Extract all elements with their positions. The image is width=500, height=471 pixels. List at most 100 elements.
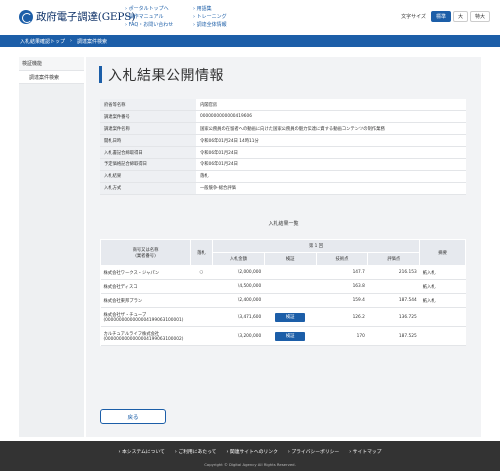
title-accent-bar (99, 66, 102, 83)
eval-score: 136.725 (367, 307, 420, 327)
col-header-eval: 評価点 (367, 252, 421, 266)
faq-link[interactable]: FAQ・お問い合わせ (125, 21, 174, 29)
breadcrumb-top-link[interactable]: 入札結果確認トップ (20, 38, 65, 45)
col-header-round: 第 1 回 (211, 239, 421, 253)
info-key: 開札日時 (100, 134, 196, 148)
header-links-2: 用語集 トレーニング 調達全体情報 (193, 5, 227, 29)
col-header-verify: 検証 (263, 252, 317, 266)
info-key: 入札方式 (100, 182, 196, 195)
info-key: 予定価格記合締取得日 (100, 158, 196, 171)
eval-score (367, 279, 420, 294)
footer-link-about[interactable]: 本システムについて (119, 448, 165, 455)
bidder-code: (0000000000000004199063100001) (103, 317, 184, 323)
font-size-large-button[interactable]: 大 (452, 11, 468, 22)
eval-score: 216.153 (367, 265, 420, 280)
procurement-info-table: 府省等名称 内閣官房 調達案件番号 0000000000000419606 調達案件… (100, 99, 466, 195)
tech-score: 163.8 (316, 279, 368, 294)
eval-score: 187.544 (367, 293, 420, 308)
footer-link-terms[interactable]: ご利用にあたって (175, 448, 216, 455)
verify-cell (264, 265, 317, 280)
font-size-standard-button[interactable]: 標準 (430, 11, 451, 22)
tech-score: 159.4 (316, 293, 368, 308)
bidder-name: 株式会社ワークス・ジャパン (100, 265, 191, 280)
sidebar-heading: 検証機能 (19, 57, 84, 70)
bid-amount: \3,471,600 (212, 307, 265, 327)
info-key: 調達案件番号 (100, 110, 196, 124)
bidder-code: (0000000000000004199063100002) (103, 336, 184, 342)
verify-button[interactable]: 検証 (275, 312, 306, 322)
bidder-name: 株式会社ディスコ (100, 279, 191, 294)
breadcrumb-separator-icon: › (70, 38, 73, 44)
verify-button[interactable]: 検証 (275, 331, 306, 341)
table-row: 株式会社ワークス・ジャパン ○ \2,000,000 147.7 216.153… (100, 265, 466, 280)
info-value: 令和06年01月24日 14時11分 (196, 134, 466, 148)
winner-mark (190, 293, 213, 308)
bid-amount: \3,200,000 (212, 326, 265, 346)
info-value: 令和06年01月24日 (196, 158, 466, 171)
info-value: 国家公務員の在留者への動画に向けた国家公務員の魅力伝達に資する動画コンテンツの制… (196, 122, 466, 136)
glossary-link[interactable]: 用語集 (193, 5, 227, 13)
info-value: 内閣官房 (196, 99, 466, 112)
back-button[interactable]: 戻る (100, 409, 166, 424)
bid-amount: \4,500,000 (212, 279, 265, 294)
footer-link-sitemap[interactable]: サイトマップ (349, 448, 382, 455)
info-value: 落札 (196, 170, 466, 183)
winner-mark (190, 326, 213, 346)
info-key: 府省等名称 (100, 99, 196, 112)
geps-logo[interactable]: 政府電子調達(GEPS) (19, 9, 135, 24)
font-size-switcher: 文字サイズ 標準 大 特大 (401, 11, 490, 22)
manual-link[interactable]: 操作マニュアル (125, 13, 173, 21)
eval-score: 187.525 (367, 326, 420, 346)
font-size-xlarge-button[interactable]: 特大 (469, 11, 490, 22)
portal-top-link[interactable]: ポータルトップへ (125, 5, 173, 13)
verify-cell (264, 293, 317, 308)
table-row: 株式会社ザ・チューブ (0000000000000004199063100001)… (100, 307, 466, 327)
table-row: カルチュアルライフ株式会社 (00000000000000041990631000… (100, 326, 466, 346)
col-header-remarks: 摘要 (419, 239, 466, 266)
page-title: 入札結果公開情報 (108, 68, 224, 84)
table-row: 調達案件番号 0000000000000419606 (100, 110, 466, 124)
remark: 紙入札 (419, 279, 466, 294)
verify-cell: 検証 (264, 326, 317, 346)
bid-amount: \2,400,000 (212, 293, 265, 308)
verify-cell: 検証 (264, 307, 317, 327)
name-header-label: 商号又は名称 (132, 247, 159, 253)
table-row: 予定価格記合締取得日 令和06年01月24日 (100, 158, 466, 171)
footer-link-privacy[interactable]: プライバシーポリシー (288, 448, 339, 455)
table-row: 入札結果 落札 (100, 170, 466, 183)
remark (419, 307, 466, 327)
training-link[interactable]: トレーニング (193, 13, 227, 21)
info-key: 入札結果 (100, 170, 196, 183)
bidder-name-cell: カルチュアルライフ株式会社 (00000000000000041990631000… (100, 326, 191, 346)
copyright: Copyright © Digital Agency All Rights Re… (204, 462, 296, 467)
font-size-label: 文字サイズ (401, 14, 426, 20)
remark: 紙入札 (419, 293, 466, 308)
remark (419, 326, 466, 346)
info-key: 入札書記合締取得日 (100, 146, 196, 159)
info-value: 一般競争-総合評価 (196, 182, 466, 195)
table-row: 株式会社東邦プラン \2,400,000 159.4 187.544 紙入札 (100, 293, 466, 308)
bid-amount: \2,000,000 (212, 265, 265, 280)
name-header-sub: (業者番号) (135, 253, 156, 259)
footer-link-related[interactable]: 関連サイトへのリンク (226, 448, 278, 455)
sidebar-item-search[interactable]: 調達案件検索 (19, 70, 84, 84)
bidder-name-cell: 株式会社ザ・チューブ (0000000000000004199063100001) (100, 307, 191, 327)
tech-score: 126.2 (316, 307, 368, 327)
footer-links: 本システムについて ご利用にあたって 関連サイトへのリンク プライバシーポリシー… (0, 448, 500, 455)
site-header: 政府電子調達(GEPS) ポータルトップへ 操作マニュアル FAQ・お問い合わせ… (0, 0, 500, 35)
winner-mark (190, 307, 213, 327)
table-row: 開札日時 令和06年01月24日 14時11分 (100, 134, 466, 148)
col-header-tech: 技術点 (315, 252, 369, 266)
info-value: 0000000000000419606 (196, 110, 466, 124)
main-content: 入札結果公開情報 府省等名称 内閣官房 調達案件番号 000000000000041… (86, 57, 481, 437)
info-key: 調達案件名称 (100, 122, 196, 136)
table-row: 入札書記合締取得日 令和06年01月24日 (100, 146, 466, 159)
results-title: 入札結果一覧 (268, 221, 299, 227)
procurement-info-link[interactable]: 調達全体情報 (193, 21, 227, 29)
remark: 紙入札 (419, 265, 466, 280)
winner-mark (190, 279, 213, 294)
info-value: 令和06年01月24日 (196, 146, 466, 159)
table-row: 入札方式 一般競争-総合評価 (100, 182, 466, 195)
winner-mark: ○ (190, 265, 213, 280)
geps-logo-icon (19, 9, 33, 24)
